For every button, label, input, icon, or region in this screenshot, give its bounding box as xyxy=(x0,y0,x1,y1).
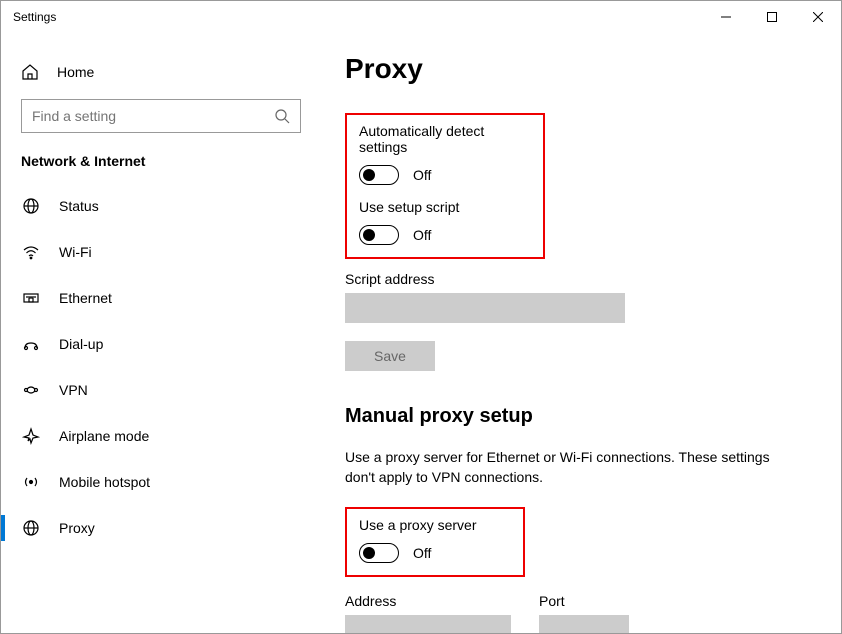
sidebar-item-airplane[interactable]: Airplane mode xyxy=(1,413,321,459)
address-input[interactable] xyxy=(345,615,511,633)
sidebar-item-wifi[interactable]: Wi-Fi xyxy=(1,229,321,275)
sidebar-item-vpn[interactable]: VPN xyxy=(1,367,321,413)
close-button[interactable] xyxy=(795,1,841,33)
sidebar-item-label: Wi-Fi xyxy=(59,244,92,260)
status-icon xyxy=(21,197,41,215)
sidebar: Home Network & Internet Status Wi-Fi xyxy=(1,33,321,633)
search-box[interactable] xyxy=(21,99,301,133)
use-proxy-label: Use a proxy server xyxy=(359,517,511,533)
highlight-box-manual: Use a proxy server Off xyxy=(345,507,525,577)
setup-script-toggle[interactable] xyxy=(359,225,399,245)
sidebar-item-status[interactable]: Status xyxy=(1,183,321,229)
sidebar-item-label: Proxy xyxy=(59,520,95,536)
address-label: Address xyxy=(345,593,511,609)
manual-setup-desc: Use a proxy server for Ethernet or Wi-Fi… xyxy=(345,448,785,487)
window-title: Settings xyxy=(13,10,56,24)
search-icon xyxy=(274,108,290,124)
vpn-icon xyxy=(21,381,41,399)
auto-detect-label: Automatically detect settings xyxy=(359,123,531,155)
sidebar-nav: Status Wi-Fi Ethernet Dial-up xyxy=(1,183,321,551)
setup-script-label: Use setup script xyxy=(359,199,531,215)
hotspot-icon xyxy=(21,473,41,491)
port-input[interactable] xyxy=(539,615,629,633)
sidebar-item-hotspot[interactable]: Mobile hotspot xyxy=(1,459,321,505)
sidebar-item-label: Dial-up xyxy=(59,336,103,352)
search-input[interactable] xyxy=(32,108,274,124)
auto-detect-toggle[interactable] xyxy=(359,165,399,185)
sidebar-item-label: Ethernet xyxy=(59,290,112,306)
content-pane: Proxy Automatically detect settings Off … xyxy=(321,33,841,633)
sidebar-item-label: Airplane mode xyxy=(59,428,149,444)
minimize-button[interactable] xyxy=(703,1,749,33)
home-label: Home xyxy=(57,64,94,80)
maximize-button[interactable] xyxy=(749,1,795,33)
sidebar-item-dialup[interactable]: Dial-up xyxy=(1,321,321,367)
airplane-icon xyxy=(21,427,41,445)
dialup-icon xyxy=(21,335,41,353)
script-address-label: Script address xyxy=(345,271,817,287)
sidebar-item-label: Mobile hotspot xyxy=(59,474,150,490)
sidebar-group-title: Network & Internet xyxy=(1,153,321,183)
use-proxy-state: Off xyxy=(413,545,431,561)
script-address-input[interactable] xyxy=(345,293,625,323)
port-label: Port xyxy=(539,593,629,609)
sidebar-item-ethernet[interactable]: Ethernet xyxy=(1,275,321,321)
manual-setup-title: Manual proxy setup xyxy=(345,405,817,428)
sidebar-item-label: Status xyxy=(59,198,99,214)
sidebar-item-label: VPN xyxy=(59,382,88,398)
use-proxy-toggle[interactable] xyxy=(359,543,399,563)
save-button-label: Save xyxy=(374,348,406,364)
home-link[interactable]: Home xyxy=(1,53,321,91)
highlight-box-auto: Automatically detect settings Off Use se… xyxy=(345,113,545,259)
page-title: Proxy xyxy=(345,53,817,85)
wifi-icon xyxy=(21,243,41,261)
ethernet-icon xyxy=(21,289,41,307)
setup-script-state: Off xyxy=(413,227,431,243)
window-controls xyxy=(703,1,841,33)
home-icon xyxy=(21,63,39,81)
titlebar: Settings xyxy=(1,1,841,33)
proxy-icon xyxy=(21,519,41,537)
save-button[interactable]: Save xyxy=(345,341,435,371)
auto-detect-state: Off xyxy=(413,167,431,183)
sidebar-item-proxy[interactable]: Proxy xyxy=(1,505,321,551)
